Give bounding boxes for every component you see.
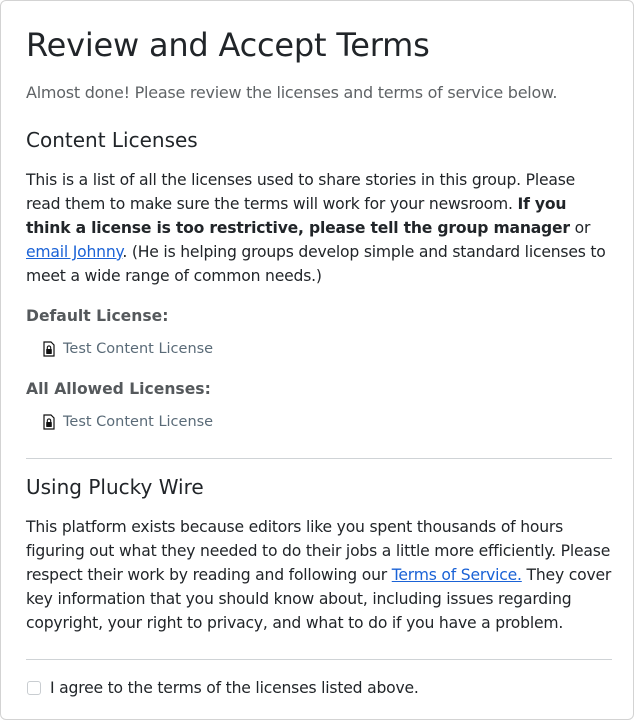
terms-of-service-link[interactable]: Terms of Service. xyxy=(392,566,522,584)
using-plucky-wire-heading: Using Plucky Wire xyxy=(26,475,204,499)
lock-document-icon xyxy=(43,414,55,430)
allowed-license-item[interactable]: Test Content License xyxy=(43,411,213,433)
default-license-item[interactable]: Test Content License xyxy=(43,338,213,360)
email-johnny-link[interactable]: email Johnny xyxy=(26,243,123,261)
page-title: Review and Accept Terms xyxy=(26,26,430,64)
description-text: This is a list of all the licenses used … xyxy=(26,171,576,213)
terms-card: Review and Accept Terms Almost done! Ple… xyxy=(0,0,634,720)
using-plucky-wire-description: This platform exists because editors lik… xyxy=(26,515,612,635)
section-divider xyxy=(26,458,612,459)
default-license-name: Test Content License xyxy=(63,341,214,357)
agree-terms-checkbox[interactable] xyxy=(27,681,41,695)
allowed-license-name: Test Content License xyxy=(63,414,214,430)
content-licenses-heading: Content Licenses xyxy=(26,128,198,152)
default-license-label: Default License: xyxy=(26,307,169,325)
content-licenses-description: This is a list of all the licenses used … xyxy=(26,168,612,288)
description-text-or: or xyxy=(569,219,591,237)
all-allowed-licenses-label: All Allowed Licenses: xyxy=(26,380,211,398)
lock-document-icon xyxy=(43,341,55,357)
agreement-divider xyxy=(26,659,612,660)
page-lead: Almost done! Please review the licenses … xyxy=(26,83,558,102)
